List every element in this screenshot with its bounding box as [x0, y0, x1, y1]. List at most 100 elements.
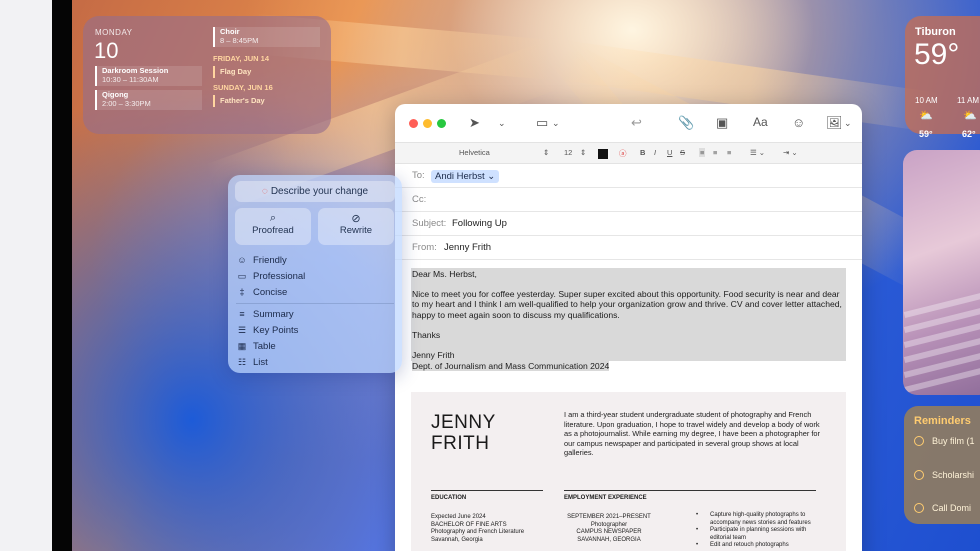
- list-option[interactable]: ☷ List: [236, 355, 268, 369]
- divider: [564, 490, 816, 491]
- employment-heading: EMPLOYMENT EXPERIENCE: [564, 495, 647, 501]
- reminder-item[interactable]: Scholarshi: [914, 470, 974, 480]
- header-fields-icon[interactable]: ▭: [536, 115, 548, 131]
- table-option[interactable]: ▦ Table: [236, 339, 276, 353]
- align-right-icon[interactable]: ≡: [727, 148, 731, 157]
- calendar-widget[interactable]: MONDAY 10 Darkroom Session 10:30 – 11:30…: [83, 16, 331, 134]
- message-body[interactable]: Dear Ms. Herbst, Nice to meet you for co…: [411, 268, 846, 372]
- italic-icon[interactable]: I: [654, 148, 656, 157]
- reminder-item[interactable]: Buy film (1: [914, 436, 975, 446]
- chevron-updown-icon: ⇕: [543, 148, 550, 157]
- reminder-item[interactable]: Call Domi: [914, 503, 971, 513]
- calendar-event[interactable]: Qigong 2:00 – 3:30PM: [95, 90, 202, 110]
- calendar-day-label: MONDAY: [95, 28, 133, 37]
- screen-frame-edge: [0, 0, 52, 551]
- resume-intro: I am a third-year student undergraduate …: [564, 410, 820, 458]
- option-label: Friendly: [253, 255, 287, 266]
- option-label: Concise: [253, 287, 288, 298]
- checkbox-icon[interactable]: [914, 503, 924, 513]
- duty-item: Participate in planning sessions with ed…: [710, 527, 807, 541]
- reply-icon[interactable]: ↩: [631, 115, 642, 131]
- key-points-option[interactable]: ☰ Key Points: [236, 323, 298, 337]
- markup-icon[interactable]: ▣: [716, 115, 728, 131]
- briefcase-icon: ▭: [237, 271, 247, 281]
- sparkle-icon: ◌: [261, 186, 268, 197]
- weather-hour-temp: 59°: [919, 129, 933, 139]
- partly-sunny-icon: ⛅: [919, 110, 933, 122]
- signature-dept: Dept. of Journalism and Mass Communicati…: [412, 361, 610, 372]
- option-label: Table: [253, 341, 276, 352]
- employment-details: SEPTEMBER 2021–PRESENT Photographer CAMP…: [564, 514, 654, 544]
- strikethrough-icon[interactable]: S: [680, 148, 685, 157]
- option-label: Summary: [253, 309, 294, 320]
- chevron-down-icon[interactable]: ⌄: [844, 118, 852, 129]
- option-label: Key Points: [253, 325, 299, 336]
- weather-widget[interactable]: Tiburon 59° 10 AM ⛅ 59° 11 AM ⛅ 62°: [905, 16, 980, 139]
- recipient-chip[interactable]: Andi Herbst ⌄: [431, 170, 500, 183]
- describe-change-input[interactable]: ◌ Describe your change: [235, 181, 395, 202]
- weather-hour: 10 AM: [915, 96, 938, 105]
- minimize-window-button[interactable]: [423, 119, 432, 128]
- selected-text[interactable]: Dear Ms. Herbst, Nice to meet you for co…: [411, 268, 846, 362]
- resume-name-first: JENNY: [431, 412, 496, 433]
- education-details: Expected June 2024 BACHELOR OF FINE ARTS…: [431, 514, 524, 544]
- font-size-select[interactable]: 12: [564, 148, 572, 157]
- calendar-event[interactable]: Darkroom Session 10:30 – 11:30AM: [95, 66, 202, 86]
- upcoming-event[interactable]: Flag Day: [213, 66, 251, 78]
- align-left-icon[interactable]: ≡: [699, 148, 706, 157]
- mail-compose-window[interactable]: ➤ ⌄ ▭ ⌄ ↩ 📎 ▣ Aa ☺ 🖼 ⌄ Helvetica ⇕ 12 ⇕ …: [395, 104, 862, 551]
- writing-tools-panel[interactable]: ◌ Describe your change ⌕ Proofread ⊘ Rewr…: [228, 175, 402, 373]
- rewrite-label: Rewrite: [339, 225, 373, 236]
- indent-icon[interactable]: ⇥ ⌄: [783, 148, 798, 157]
- friendly-option[interactable]: ☺ Friendly: [236, 253, 287, 267]
- zoom-window-button[interactable]: [437, 119, 446, 128]
- align-center-icon[interactable]: ≡: [713, 148, 717, 157]
- closing: Thanks: [412, 329, 441, 340]
- upcoming-event[interactable]: Father's Day: [213, 95, 265, 107]
- emoji-icon[interactable]: ☺: [792, 115, 805, 130]
- calendar-event[interactable]: Choir 8 – 8:45PM: [213, 27, 320, 47]
- attachment-icon[interactable]: 📎: [678, 115, 694, 131]
- resume-name: JENNY FRITH: [431, 412, 496, 454]
- to-field[interactable]: To: Andi Herbst ⌄: [395, 164, 862, 188]
- close-window-button[interactable]: [409, 119, 418, 128]
- event-title: Qigong: [102, 90, 129, 99]
- signature-name: Jenny Frith: [412, 350, 455, 361]
- concise-option[interactable]: ‡ Concise: [236, 285, 287, 299]
- professional-option[interactable]: ▭ Professional: [236, 269, 306, 283]
- cc-field[interactable]: Cc:: [395, 188, 862, 212]
- summary-option[interactable]: ≡ Summary: [236, 307, 294, 321]
- from-field[interactable]: From: Jenny Frith: [395, 236, 862, 260]
- checkbox-icon[interactable]: [914, 436, 924, 446]
- employment-line: SEPTEMBER 2021–PRESENT: [567, 514, 651, 520]
- bold-icon[interactable]: B: [640, 148, 645, 157]
- chevron-updown-icon: ⇕: [580, 148, 587, 157]
- underline-icon[interactable]: U: [667, 148, 672, 157]
- checkbox-icon[interactable]: [914, 470, 924, 480]
- reminders-widget[interactable]: Reminders Buy film (1 Scholarshi Call Do…: [904, 406, 980, 524]
- rewrite-button[interactable]: ⊘ Rewrite: [318, 208, 394, 245]
- duty-item: Capture high-quality photographs to acco…: [710, 512, 811, 526]
- reminder-label: Call Domi: [932, 503, 972, 513]
- proofread-label: Proofread: [252, 225, 294, 236]
- resume-attachment-preview[interactable]: JENNY FRITH I am a third-year student un…: [411, 392, 846, 551]
- send-icon[interactable]: ➤: [469, 115, 480, 131]
- list-icon[interactable]: ☰ ⌄: [750, 148, 765, 157]
- summary-icon: ≡: [239, 309, 245, 319]
- from-value[interactable]: Jenny Frith: [444, 236, 491, 260]
- send-options-chevron-icon[interactable]: ⌄: [498, 118, 506, 129]
- format-bar: Helvetica ⇕ 12 ⇕ ⓐ B I U S ≡ ≡ ≡ ☰ ⌄ ⇥ ⌄: [395, 142, 862, 164]
- font-family-select[interactable]: Helvetica: [459, 148, 490, 157]
- subject-field[interactable]: Subject: Following Up: [395, 212, 862, 236]
- photo-browser-icon[interactable]: 🖼: [826, 115, 843, 131]
- describe-change-label: Describe your change: [270, 186, 369, 197]
- format-text-icon[interactable]: Aa: [753, 115, 768, 129]
- highlight-icon[interactable]: ⓐ: [619, 148, 627, 159]
- text-color-swatch[interactable]: [598, 149, 608, 159]
- resume-name-last: FRITH: [431, 433, 490, 454]
- upcoming-day-label: SUNDAY, JUN 16: [213, 83, 273, 92]
- chevron-down-icon[interactable]: ⌄: [552, 118, 560, 129]
- subject-value[interactable]: Following Up: [452, 212, 507, 236]
- proofread-button[interactable]: ⌕ Proofread: [235, 208, 311, 245]
- photo-widget[interactable]: [903, 150, 980, 395]
